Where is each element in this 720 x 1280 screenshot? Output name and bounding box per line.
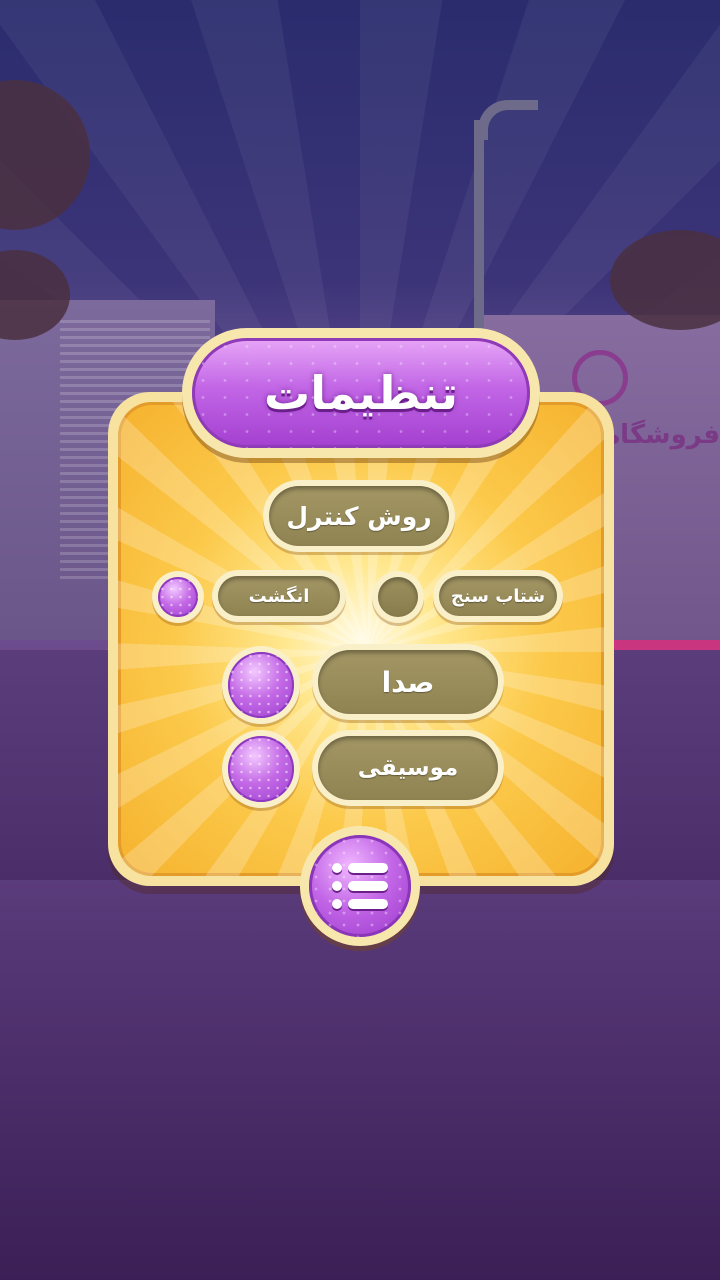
shop-sign: فروشگاه <box>604 420 720 450</box>
music-label: موسیقی <box>318 736 498 800</box>
sound-toggle[interactable] <box>222 646 300 724</box>
page-title: تنظیمات <box>264 366 458 420</box>
finger-radio[interactable] <box>152 571 204 623</box>
settings-panel <box>108 392 614 886</box>
finger-radio-indicator <box>158 577 198 617</box>
menu-button[interactable] <box>300 826 420 946</box>
music-label-pill: موسیقی <box>312 730 504 806</box>
title-banner: تنظیمات <box>182 328 540 458</box>
music-toggle-indicator <box>228 736 294 802</box>
music-toggle[interactable] <box>222 730 300 808</box>
accelerometer-radio-indicator <box>378 577 418 617</box>
control-method-label-pill: روش کنترل <box>263 480 455 552</box>
list-menu-icon <box>332 863 388 909</box>
sound-toggle-indicator <box>228 652 294 718</box>
control-option-finger-label: انگشت <box>218 576 340 616</box>
title-pill: تنظیمات <box>192 338 530 448</box>
menu-button-face <box>309 835 411 937</box>
accelerometer-radio[interactable] <box>372 571 424 623</box>
control-option-accelerometer-label: شتاب سنج <box>439 576 557 616</box>
control-method-label: روش کنترل <box>269 486 449 546</box>
sound-label: صدا <box>318 650 498 714</box>
street-lamp <box>474 120 484 360</box>
control-option-finger[interactable]: انگشت <box>212 570 346 622</box>
sound-label-pill: صدا <box>312 644 504 720</box>
control-option-accelerometer[interactable]: شتاب سنج <box>433 570 563 622</box>
